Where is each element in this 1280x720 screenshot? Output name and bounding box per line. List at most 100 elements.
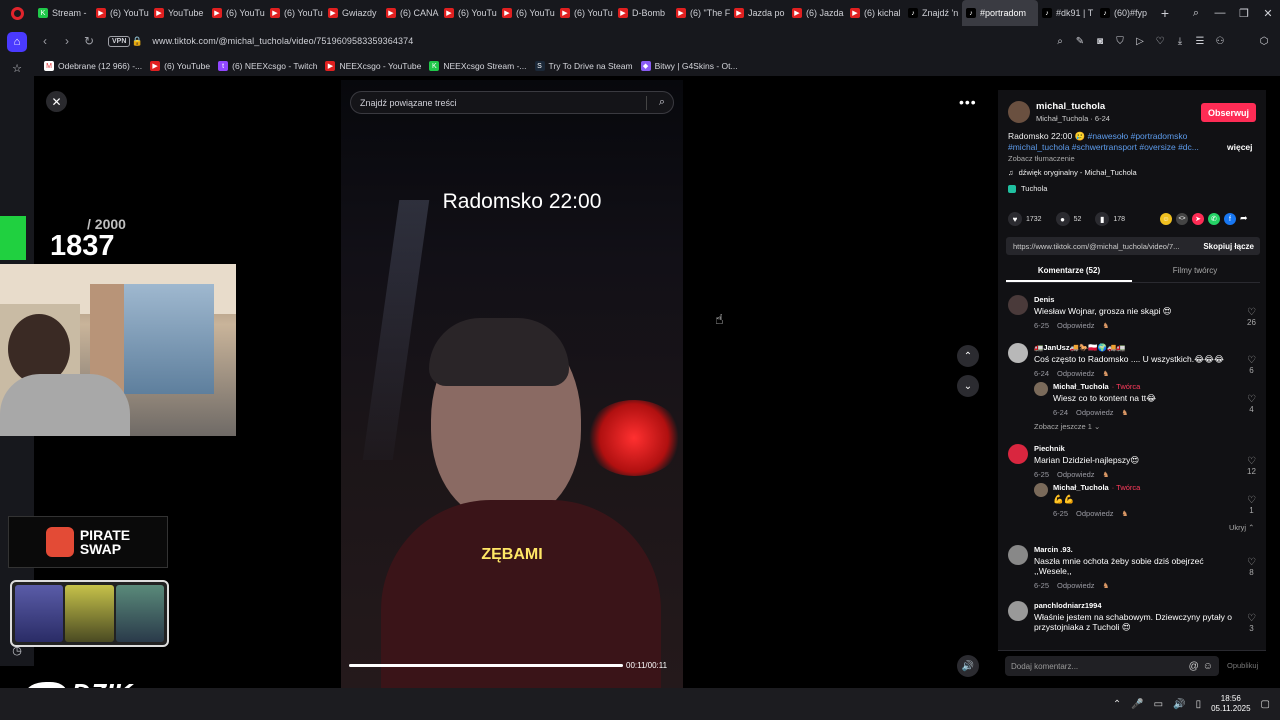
embed-icon[interactable]: <> [1176, 213, 1188, 225]
profile-icon[interactable]: ⚇ [1212, 36, 1228, 47]
bookmark-item[interactable]: S Try To Drive na Steam [534, 61, 633, 71]
star-icon[interactable]: ☆ [7, 58, 27, 78]
bookmark-item[interactable]: ▶ NEEXcsgo - YouTube [325, 61, 421, 71]
browser-tab[interactable]: ▶ (6) Jazda [788, 0, 846, 26]
more-link[interactable]: więcej [1227, 142, 1253, 152]
camera-icon[interactable]: ◙ [1092, 36, 1108, 47]
chevron-up-icon[interactable]: ⌃ [1113, 699, 1121, 710]
commenter-avatar[interactable] [1008, 295, 1028, 315]
sound-row[interactable]: ♫ dźwięk oryginalny - Michał_Tuchola [1008, 168, 1137, 177]
play-icon[interactable]: ▷ [1132, 36, 1148, 47]
hide-replies[interactable]: Ukryj ⌃ [1229, 523, 1254, 532]
reply-button[interactable]: Odpowiedz [1057, 470, 1095, 479]
browser-tab[interactable]: ▶ (6) YouTu [498, 0, 556, 26]
more-options-icon[interactable]: ••• [959, 94, 977, 110]
share-arrow-icon[interactable]: ➦ [1240, 213, 1252, 225]
browser-tab[interactable]: ▶ YouTube [150, 0, 208, 26]
heart-icon[interactable]: ♡ [1152, 36, 1168, 47]
creator-avatar[interactable] [1008, 101, 1030, 123]
reply-button[interactable]: Odpowiedz [1057, 369, 1095, 378]
commenter-avatar[interactable] [1008, 545, 1028, 565]
location-row[interactable]: Tuchola [1008, 184, 1047, 193]
shield-icon[interactable]: ⛉ [1112, 36, 1128, 47]
browser-tab[interactable]: ♪ #dk91 | T [1038, 0, 1096, 26]
reply-button[interactable]: Odpowiedz [1076, 509, 1114, 518]
see-more-replies[interactable]: Zobacz jeszcze 1 ⌄ [1034, 422, 1100, 431]
volume-button[interactable]: 🔊 [957, 655, 979, 677]
tab-videos[interactable]: Filmy twórcy [1132, 266, 1258, 275]
close-video-button[interactable]: ✕ [46, 91, 67, 112]
related-search-input[interactable]: Znajdź powiązane treści ⌕ [350, 91, 674, 114]
comment-like[interactable]: ♡ 4 [1243, 394, 1260, 414]
edit-icon[interactable]: ✎ [1072, 36, 1088, 47]
comment-author[interactable]: Michał_Tuchola · Twórca [1053, 483, 1140, 492]
commenter-avatar[interactable] [1008, 601, 1028, 621]
tab-comments[interactable]: Komentarze (52) [1006, 266, 1132, 275]
previous-video-button[interactable]: ⌃ [957, 345, 979, 367]
comment-like[interactable]: ♡ 1 [1243, 495, 1260, 515]
vpn-badge[interactable]: VPN [108, 35, 131, 47]
lock-icon[interactable]: 🔒 [130, 36, 144, 47]
commenter-avatar[interactable] [1008, 343, 1028, 363]
clock[interactable]: 18:56 05.11.2025 [1211, 694, 1250, 714]
browser-tab[interactable]: ▶ (6) YouTu [208, 0, 266, 26]
extension-icon[interactable]: ⬡ [1256, 36, 1272, 47]
video-player[interactable] [341, 80, 683, 688]
bookmark-item[interactable]: t (6) NEEXcsgo - Twitch [218, 61, 317, 71]
browser-tab[interactable]: ▶ (6) YouTu [556, 0, 614, 26]
commenter-avatar[interactable] [1034, 483, 1048, 497]
comments-stat[interactable]: ● 52 [1055, 212, 1081, 226]
copy-link-button[interactable]: Skopiuj łącze [1203, 242, 1254, 251]
reload-icon[interactable]: ↻ [78, 34, 100, 48]
network-icon[interactable]: ▭ [1154, 699, 1163, 710]
url-field[interactable]: www.tiktok.com/@michal_tuchola/video/751… [152, 36, 413, 46]
back-icon[interactable]: ‹ [34, 34, 56, 48]
commenter-avatar[interactable] [1034, 382, 1048, 396]
comment-like[interactable]: ♡ 12 [1243, 456, 1260, 476]
reply-button[interactable]: Odpowiedz [1057, 581, 1095, 590]
minimize-button[interactable]: — [1208, 7, 1232, 20]
download-icon[interactable]: ⤓ [1172, 36, 1188, 47]
reply-button[interactable]: Odpowiedz [1057, 321, 1095, 330]
follow-button[interactable]: Obserwuj [1201, 103, 1256, 122]
search-icon[interactable]: ⌕ [1052, 36, 1068, 47]
browser-tab[interactable]: ♪ (60)#fyp [1096, 0, 1154, 26]
opera-logo-icon[interactable] [0, 0, 34, 26]
browser-tab[interactable]: ▶ Jazda po [730, 0, 788, 26]
home-icon[interactable]: ⌂ [7, 32, 27, 52]
browser-tab[interactable]: K Stream - [34, 0, 92, 26]
video-link[interactable]: https://www.tiktok.com/@michal_tuchola/v… [1013, 242, 1193, 251]
microphone-icon[interactable]: 🎤 [1131, 699, 1143, 710]
browser-tab[interactable]: ▶ (6) kichal [846, 0, 904, 26]
whatsapp-icon[interactable]: ✆ [1208, 213, 1220, 225]
progress-bar[interactable] [349, 664, 623, 667]
comment-author[interactable]: 🚛JanUsz🚚🐎🇵🇱🌍🚚🚛 [1034, 343, 1126, 352]
browser-tab[interactable]: ♪ #portradom [962, 0, 1038, 26]
likes-stat[interactable]: ♥ 1732 [1008, 212, 1042, 226]
battery-icon[interactable]: ▯ [1196, 699, 1202, 710]
browser-tab[interactable]: ▶ (6) CANA [382, 0, 440, 26]
browser-tab[interactable]: ▶ (6) YouTu [440, 0, 498, 26]
facebook-icon[interactable]: f [1224, 213, 1236, 225]
reply-button[interactable]: Odpowiedz [1076, 408, 1114, 417]
maximize-button[interactable]: ❐ [1232, 7, 1256, 20]
browser-tab[interactable]: ▶ D-Bomb [614, 0, 672, 26]
saves-stat[interactable]: ▮ 178 [1095, 212, 1125, 226]
browser-tab[interactable]: ▶ (6) YouTu [92, 0, 150, 26]
next-video-button[interactable]: ⌄ [957, 375, 979, 397]
browser-tab[interactable]: ▶ (6) YouTu [266, 0, 324, 26]
comment-like[interactable]: ♡ 8 [1243, 557, 1260, 577]
new-tab-button[interactable]: + [1154, 5, 1176, 21]
bookmark-item[interactable]: K NEEXcsgo Stream -... [429, 61, 527, 71]
commenter-avatar[interactable] [1008, 444, 1028, 464]
bookmark-item[interactable]: M Odebrane (12 966) -... [44, 61, 142, 71]
comment-author[interactable]: Marcin .93. [1034, 545, 1073, 554]
publish-button[interactable]: Opublikuj [1227, 661, 1258, 670]
comment-like[interactable]: ♡ 26 [1243, 307, 1260, 327]
mention-icon[interactable]: @ [1189, 661, 1199, 672]
creator-username[interactable]: michal_tuchola [1036, 101, 1105, 112]
browser-tab[interactable]: ▶ (6) "The F [672, 0, 730, 26]
speaker-icon[interactable]: 🔊 [1173, 699, 1185, 710]
notification-icon[interactable]: ▢ [1261, 699, 1270, 710]
comment-author[interactable]: Piechnik [1034, 444, 1065, 453]
